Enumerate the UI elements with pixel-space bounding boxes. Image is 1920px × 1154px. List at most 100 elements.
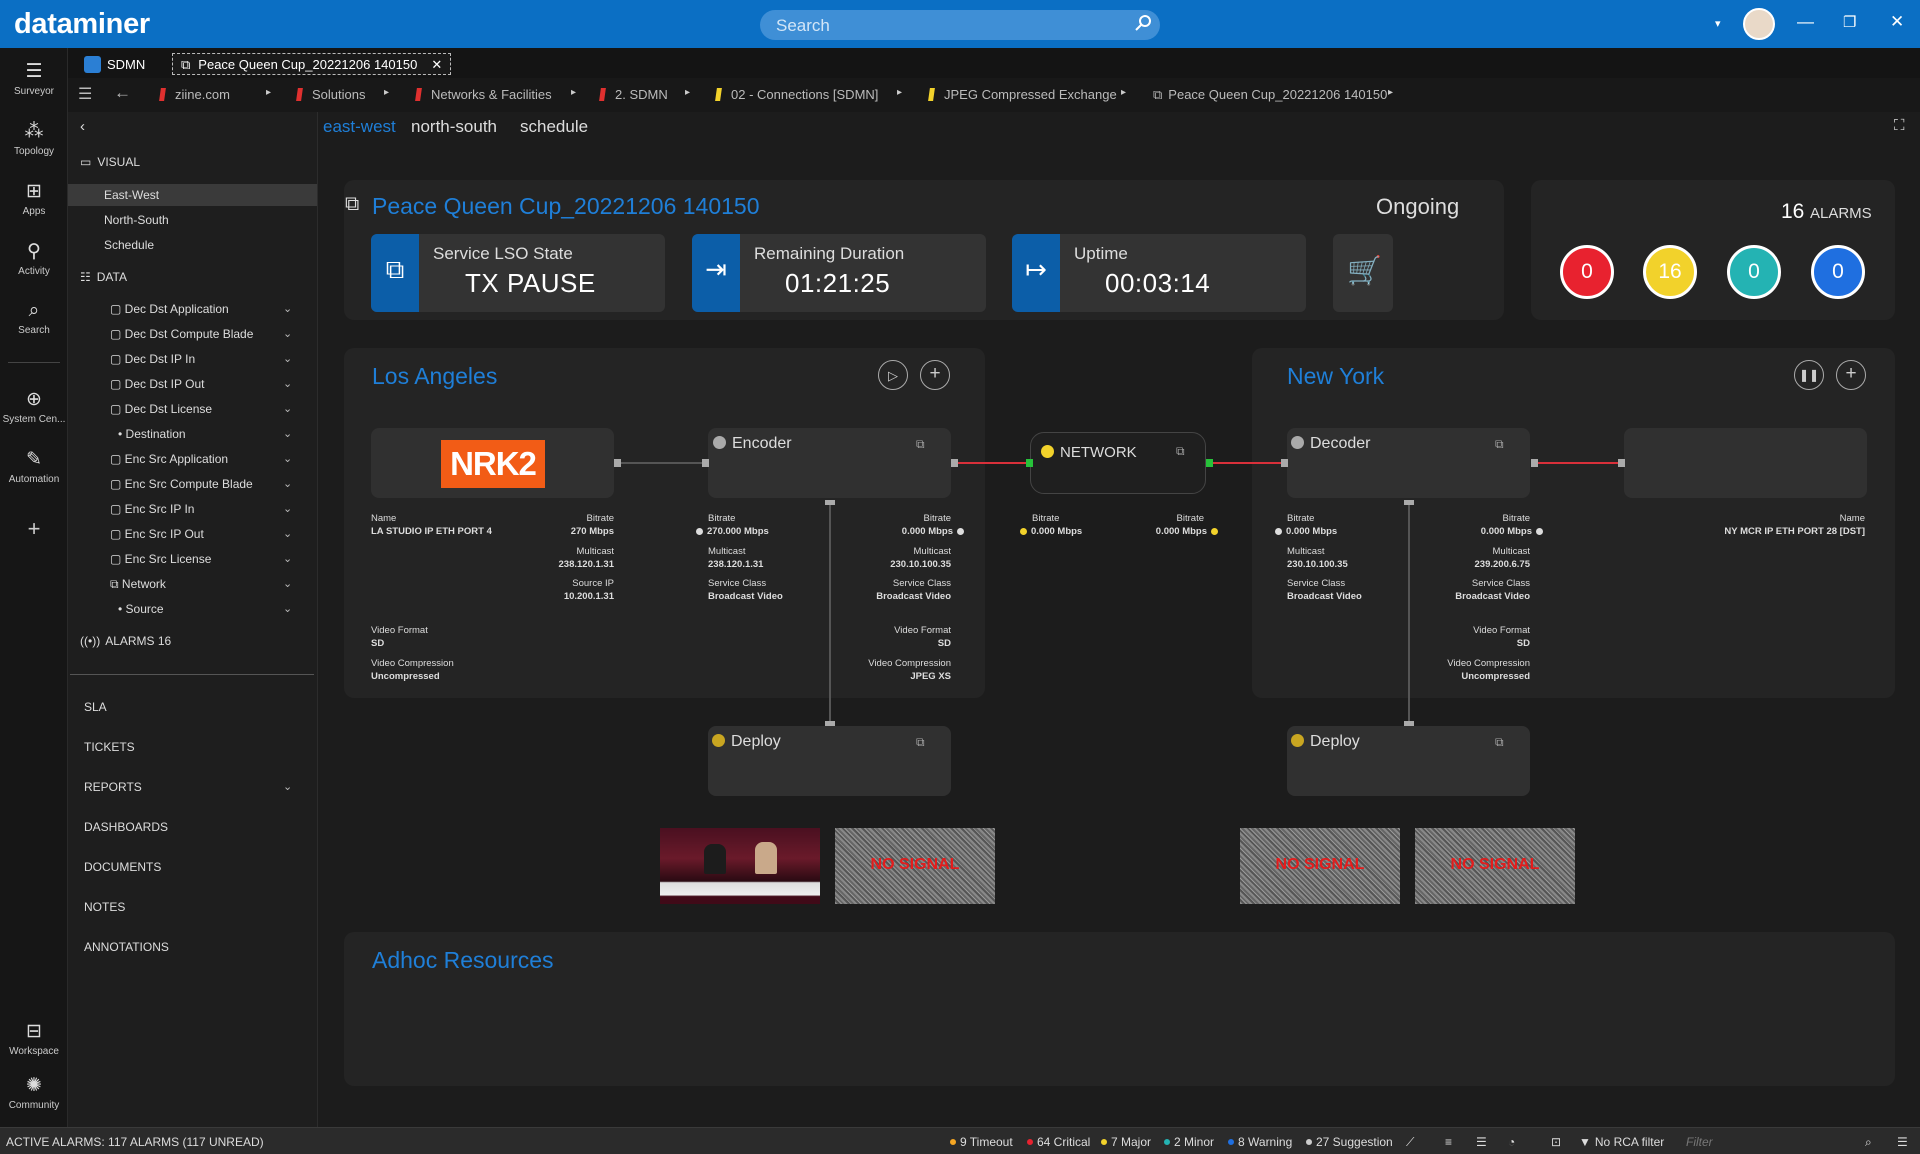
status-warning[interactable]: 8 Warning: [1228, 1135, 1292, 1149]
rail-community[interactable]: ✺ Community: [0, 1074, 68, 1111]
data-item[interactable]: • Destination: [118, 427, 186, 441]
port[interactable]: [1618, 459, 1625, 467]
chevron-down-icon[interactable]: ⌄: [283, 352, 292, 365]
rail-apps[interactable]: ⊞ Apps: [0, 180, 68, 217]
data-item[interactable]: ⧉ Network: [110, 577, 166, 592]
breadcrumb-item[interactable]: 02 - Connections [SDMN]: [715, 87, 878, 102]
data-item[interactable]: ▢ Dec Dst IP In: [110, 352, 195, 366]
collapse-panel-icon[interactable]: ‹: [80, 118, 85, 135]
chevron-down-icon[interactable]: ⌄: [283, 502, 292, 515]
add-button[interactable]: +: [1836, 360, 1866, 390]
section-sla[interactable]: SLA: [84, 700, 107, 714]
add-app-button[interactable]: +: [0, 516, 68, 542]
breadcrumb-item[interactable]: ⧉ Peace Queen Cup_20221206 140150: [1153, 87, 1387, 103]
la-deploy-node[interactable]: Deploy ⧉: [708, 726, 951, 796]
data-item[interactable]: ▢ Dec Dst IP Out: [110, 377, 204, 391]
rca-filter[interactable]: ▼ No RCA filter: [1579, 1135, 1664, 1149]
section-notes[interactable]: NOTES: [84, 900, 125, 914]
open-external-icon[interactable]: ⧉: [1495, 437, 1504, 452]
section-reports[interactable]: REPORTS: [84, 780, 142, 794]
chevron-down-icon[interactable]: ⌄: [283, 402, 292, 415]
data-item[interactable]: ▢ Dec Dst License: [110, 402, 212, 416]
user-menu-caret-icon[interactable]: ▾: [1715, 17, 1721, 30]
close-tab-icon[interactable]: ✕: [431, 57, 442, 72]
data-item[interactable]: ▢ Enc Src IP Out: [110, 527, 204, 541]
warning-alarm-circle[interactable]: 0: [1811, 245, 1865, 299]
data-item[interactable]: ▢ Enc Src Compute Blade: [110, 477, 253, 491]
breadcrumb-separator-icon[interactable]: ▸: [897, 87, 902, 98]
no-signal-preview[interactable]: NO SIGNAL: [1240, 828, 1400, 904]
breadcrumb-separator-icon[interactable]: ▸: [266, 87, 271, 98]
breadcrumb-separator-icon[interactable]: ▸: [685, 87, 690, 98]
breadcrumb-item[interactable]: 2. SDMN: [599, 87, 668, 102]
restore-icon[interactable]: ❐: [1843, 13, 1856, 31]
rail-workspace[interactable]: ⊟ Workspace: [0, 1020, 68, 1057]
data-item[interactable]: ▢ Dec Dst Compute Blade: [110, 327, 253, 341]
port[interactable]: [702, 459, 709, 467]
fullscreen-icon[interactable]: ⛶: [1894, 117, 1905, 134]
section-dashboards[interactable]: DASHBOARDS: [84, 820, 168, 834]
trend-icon[interactable]: ⟋: [1406, 1135, 1414, 1150]
chevron-down-icon[interactable]: ⌄: [283, 552, 292, 565]
no-signal-preview[interactable]: NO SIGNAL: [1415, 828, 1575, 904]
visual-section-header[interactable]: ▭ VISUAL: [80, 155, 140, 169]
port[interactable]: [951, 459, 958, 467]
section-annotations[interactable]: ANNOTATIONS: [84, 940, 169, 954]
network-node[interactable]: NETWORK ⧉: [1030, 432, 1206, 494]
data-item[interactable]: ▢ Enc Src Application: [110, 452, 228, 466]
port[interactable]: [1206, 459, 1213, 467]
rail-topology[interactable]: ⁂ Topology: [0, 120, 68, 157]
breadcrumb-separator-icon[interactable]: ▸: [1121, 87, 1126, 98]
pause-button[interactable]: ❚❚: [1794, 360, 1824, 390]
breadcrumb-separator-icon[interactable]: ▸: [1388, 87, 1393, 98]
data-item[interactable]: ▢ Dec Dst Application: [110, 302, 229, 316]
status-suggestion[interactable]: 27 Suggestion: [1306, 1135, 1393, 1149]
search-icon[interactable]: [1135, 14, 1153, 32]
status-major[interactable]: 7 Major: [1101, 1135, 1151, 1149]
port[interactable]: [1281, 459, 1288, 467]
visual-item-north-south[interactable]: North-South: [104, 213, 169, 227]
search-input[interactable]: Search: [760, 10, 1160, 40]
decoder-node[interactable]: Decoder ⧉: [1287, 428, 1530, 498]
chevron-down-icon[interactable]: ⌄: [283, 780, 292, 793]
search-icon[interactable]: ⌕: [1865, 1135, 1872, 1150]
tab-east-west[interactable]: east-west: [323, 117, 396, 137]
active-alarms-text[interactable]: ACTIVE ALARMS: 117 ALARMS (117 UNREAD): [6, 1135, 264, 1149]
booking-title[interactable]: Peace Queen Cup_20221206 140150: [372, 193, 760, 220]
chevron-down-icon[interactable]: ⌄: [283, 527, 292, 540]
open-external-icon[interactable]: ⧉: [916, 735, 925, 750]
port[interactable]: [1026, 459, 1033, 467]
cart-button[interactable]: 🛒: [1333, 234, 1393, 312]
data-item[interactable]: ▢ Enc Src License: [110, 552, 211, 566]
back-arrow-icon[interactable]: ←: [114, 83, 131, 103]
no-signal-preview[interactable]: NO SIGNAL: [835, 828, 995, 904]
chevron-down-icon[interactable]: ⌄: [283, 427, 292, 440]
port[interactable]: [614, 459, 621, 467]
status-minor[interactable]: 2 Minor: [1164, 1135, 1214, 1149]
encoder-node[interactable]: Encoder ⧉: [708, 428, 951, 498]
data-section-header[interactable]: ☷ DATA: [80, 270, 127, 284]
pie-icon[interactable]: ◔: [1508, 1135, 1515, 1149]
close-icon[interactable]: ✕: [1890, 12, 1904, 32]
tab-booking[interactable]: ⧉ Peace Queen Cup_20221206 140150 ✕: [172, 53, 452, 75]
breadcrumb-item[interactable]: Networks & Facilities: [415, 87, 552, 102]
rail-automation[interactable]: ✎ Automation: [0, 448, 68, 485]
tab-schedule[interactable]: schedule: [520, 117, 588, 137]
port[interactable]: [1404, 500, 1414, 505]
breadcrumb-item[interactable]: ziine.com: [159, 87, 230, 102]
chevron-down-icon[interactable]: ⌄: [283, 602, 292, 615]
major-alarm-circle[interactable]: 16: [1643, 245, 1697, 299]
status-timeout[interactable]: 9 Timeout: [950, 1135, 1013, 1149]
rail-system-center[interactable]: ⊕ System Cen...: [0, 388, 68, 425]
visual-item-east-west[interactable]: East-West: [104, 188, 159, 202]
chevron-down-icon[interactable]: ⌄: [283, 327, 292, 340]
minimize-icon[interactable]: —: [1797, 12, 1814, 32]
minor-alarm-circle[interactable]: 0: [1727, 245, 1781, 299]
screenshot-icon[interactable]: ⊡: [1551, 1135, 1561, 1149]
play-button[interactable]: ▷: [878, 360, 908, 390]
menu-icon[interactable]: ☰: [1897, 1135, 1908, 1149]
open-external-icon[interactable]: ⧉: [1495, 735, 1504, 750]
add-button[interactable]: +: [920, 360, 950, 390]
sort-icon[interactable]: ☰: [1476, 1135, 1487, 1149]
chevron-down-icon[interactable]: ⌄: [283, 452, 292, 465]
